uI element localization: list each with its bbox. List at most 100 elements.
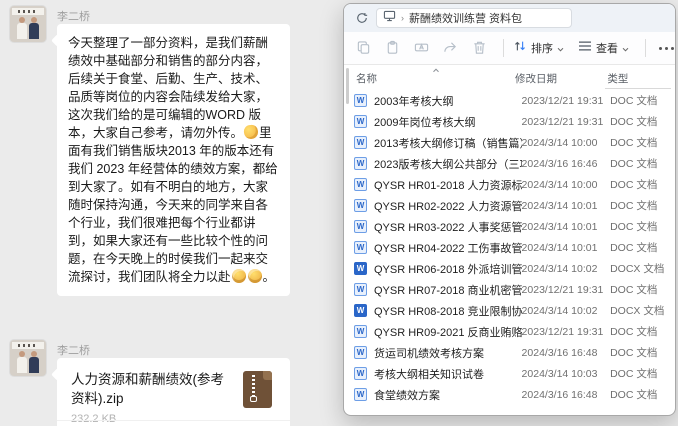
- file-type: DOCX 文档: [610, 261, 671, 276]
- file-name: QYSR HR02-2022 人力资源管理规范: [374, 198, 522, 214]
- file-type: DOC 文档: [610, 114, 671, 129]
- column-header-date[interactable]: 修改日期: [515, 71, 607, 86]
- word-doc-icon: [354, 94, 367, 107]
- file-name: QYSR HR08-2018 竞业限制协议: [374, 303, 522, 319]
- file-name: QYSR HR03-2022 人事奖惩管理细则-ok: [374, 219, 522, 235]
- rename-icon[interactable]: [414, 40, 430, 56]
- table-row[interactable]: QYSR HR07-2018 商业机密管理规范2023/12/21 19:31D…: [354, 279, 671, 300]
- file-type: DOC 文档: [610, 93, 671, 108]
- file-attachment-card[interactable]: 人力资源和薪酬绩效(参考资料).zip 232.2 KB: [57, 358, 290, 426]
- file-date: 2024/3/14 10:00: [522, 137, 611, 149]
- word-doc-icon: [354, 283, 367, 296]
- paste-icon[interactable]: [385, 40, 401, 56]
- word-doc-icon: [354, 157, 367, 170]
- file-date: 2023/12/21 19:31: [522, 284, 611, 296]
- sender-avatar[interactable]: [10, 6, 46, 42]
- file-date: 2024/3/14 10:01: [522, 242, 611, 254]
- scrollbar-thumb[interactable]: [346, 68, 349, 104]
- table-row[interactable]: 货运司机绩效考核方案2024/3/16 16:48DOC 文档: [354, 342, 671, 363]
- file-name: QYSR HR06-2018 外派培训管理细则 -ok: [374, 261, 522, 277]
- view-list-icon: [578, 39, 592, 57]
- share-icon[interactable]: [443, 40, 459, 56]
- view-button[interactable]: 查看: [578, 39, 629, 57]
- file-type: DOC 文档: [610, 177, 671, 192]
- word-doc-icon: [354, 262, 367, 275]
- file-date: 2023/12/21 19:31: [522, 95, 611, 107]
- chevron-down-icon: [622, 39, 629, 57]
- chevron-down-icon: [557, 39, 564, 57]
- sender-avatar[interactable]: [10, 340, 46, 376]
- table-row[interactable]: QYSR HR06-2018 外派培训管理细则 -ok2024/3/14 10:…: [354, 258, 671, 279]
- file-date: 2024/3/14 10:02: [522, 263, 611, 275]
- table-row[interactable]: QYSR HR09-2021 反商业贿赂管理细则2023/12/21 19:31…: [354, 321, 671, 342]
- file-explorer-window: › 薪酬绩效训练营 资料包 排序: [343, 3, 676, 416]
- file-date: 2024/3/14 10:02: [522, 305, 611, 317]
- file-date: 2024/3/14 10:01: [522, 221, 611, 233]
- sender-name: 李二桥: [57, 8, 90, 24]
- word-doc-icon: [354, 241, 367, 254]
- table-row[interactable]: 食堂绩效方案2024/3/16 16:48DOC 文档: [354, 384, 671, 405]
- word-doc-icon: [354, 220, 367, 233]
- address-bar[interactable]: › 薪酬绩效训练营 资料包: [376, 8, 572, 28]
- file-date: 2024/3/14 10:03: [522, 368, 611, 380]
- breadcrumb-separator: ›: [401, 13, 404, 23]
- toolbar-separator: [503, 39, 504, 57]
- sender-name: 李二桥: [57, 342, 90, 358]
- table-row[interactable]: QYSR HR04-2022 工伤事故管理细则- ok2024/3/14 10:…: [354, 237, 671, 258]
- this-pc-icon: [383, 9, 396, 27]
- explorer-titlebar: › 薪酬绩效训练营 资料包: [344, 4, 675, 32]
- breadcrumb: 薪酬绩效训练营 资料包: [409, 10, 522, 26]
- table-row[interactable]: 2023版考核大纲公共部分（三项基础考...2024/3/16 16:46DOC…: [354, 153, 671, 174]
- table-row[interactable]: 2013考核大纲修订稿（销售篇）2024/3/14 10:00DOC 文档: [354, 132, 671, 153]
- table-row[interactable]: 考核大纲相关知识试卷2024/3/14 10:03DOC 文档: [354, 363, 671, 384]
- avatar-banner: [12, 342, 44, 349]
- fist-emoji: [232, 269, 246, 283]
- column-headers: 名称 修改日期 类型: [354, 68, 671, 88]
- word-doc-icon: [354, 136, 367, 149]
- sort-label: 排序: [531, 40, 553, 56]
- table-row[interactable]: 2003年考核大纲2023/12/21 19:31DOC 文档: [354, 90, 671, 111]
- chat-message-bubble: 今天整理了一部分资料，是我们薪酬绩效中基础部分和销售的部分内容，后续关于食堂、后…: [57, 24, 290, 296]
- copy-icon[interactable]: [356, 40, 372, 56]
- avatar-person-left: [17, 23, 27, 39]
- avatar-person-left: [17, 357, 27, 373]
- refresh-icon[interactable]: [353, 9, 371, 27]
- word-doc-icon: [354, 388, 367, 401]
- card-divider: [57, 420, 290, 421]
- table-row[interactable]: QYSR HR02-2022 人力资源管理规范2024/3/14 10:01DO…: [354, 195, 671, 216]
- file-date: 2023/12/21 19:31: [522, 116, 611, 128]
- column-header-type[interactable]: 类型: [607, 71, 671, 86]
- file-name: 2003年考核大纲: [374, 93, 522, 109]
- toolbar-separator: [645, 39, 646, 57]
- attachment-title: 人力资源和薪酬绩效(参考资料).zip: [71, 370, 231, 408]
- file-name: 考核大纲相关知识试卷: [374, 366, 522, 382]
- sort-arrows-icon: [513, 39, 527, 58]
- file-name: 2023版考核大纲公共部分（三项基础考...: [374, 156, 522, 172]
- column-header-name[interactable]: 名称: [354, 71, 515, 86]
- file-date: 2023/12/21 19:31: [522, 326, 611, 338]
- zip-file-icon: [243, 371, 272, 408]
- attachment-size: 232.2 KB: [71, 413, 278, 425]
- file-date: 2024/3/14 10:00: [522, 179, 611, 191]
- file-type: DOCX 文档: [610, 303, 671, 318]
- more-options-icon[interactable]: [659, 47, 674, 50]
- file-date: 2024/3/14 10:01: [522, 200, 611, 212]
- chat-message-text: 今天整理了一部分资料，是我们薪酬绩效中基础部分和销售的部分内容，后续关于食堂、后…: [68, 34, 279, 286]
- delete-icon[interactable]: [472, 40, 488, 56]
- explorer-toolbar: 排序 查看: [344, 32, 675, 65]
- avatar-person-right: [29, 23, 39, 39]
- file-type: DOC 文档: [610, 387, 671, 402]
- table-row[interactable]: QYSR HR08-2018 竞业限制协议2024/3/14 10:02DOCX…: [354, 300, 671, 321]
- file-type: DOC 文档: [610, 282, 671, 297]
- table-row[interactable]: QYSR HR01-2018 人力资源标准2024/3/14 10:00DOC …: [354, 174, 671, 195]
- file-list: 2003年考核大纲2023/12/21 19:31DOC 文档 2009年岗位考…: [354, 90, 671, 405]
- file-name: 2013考核大纲修订稿（销售篇）: [374, 135, 522, 151]
- table-row[interactable]: QYSR HR03-2022 人事奖惩管理细则-ok2024/3/14 10:0…: [354, 216, 671, 237]
- word-doc-icon: [354, 199, 367, 212]
- word-doc-icon: [354, 178, 367, 191]
- file-type: DOC 文档: [610, 135, 671, 150]
- folded-hands-emoji: [243, 124, 259, 140]
- sort-button[interactable]: 排序: [513, 39, 564, 58]
- table-row[interactable]: 2009年岗位考核大纲2023/12/21 19:31DOC 文档: [354, 111, 671, 132]
- wechat-chat-pane: 李二桥 今天整理了一部分资料，是我们薪酬绩效中基础部分和销售的部分内容，后续关于…: [0, 0, 343, 426]
